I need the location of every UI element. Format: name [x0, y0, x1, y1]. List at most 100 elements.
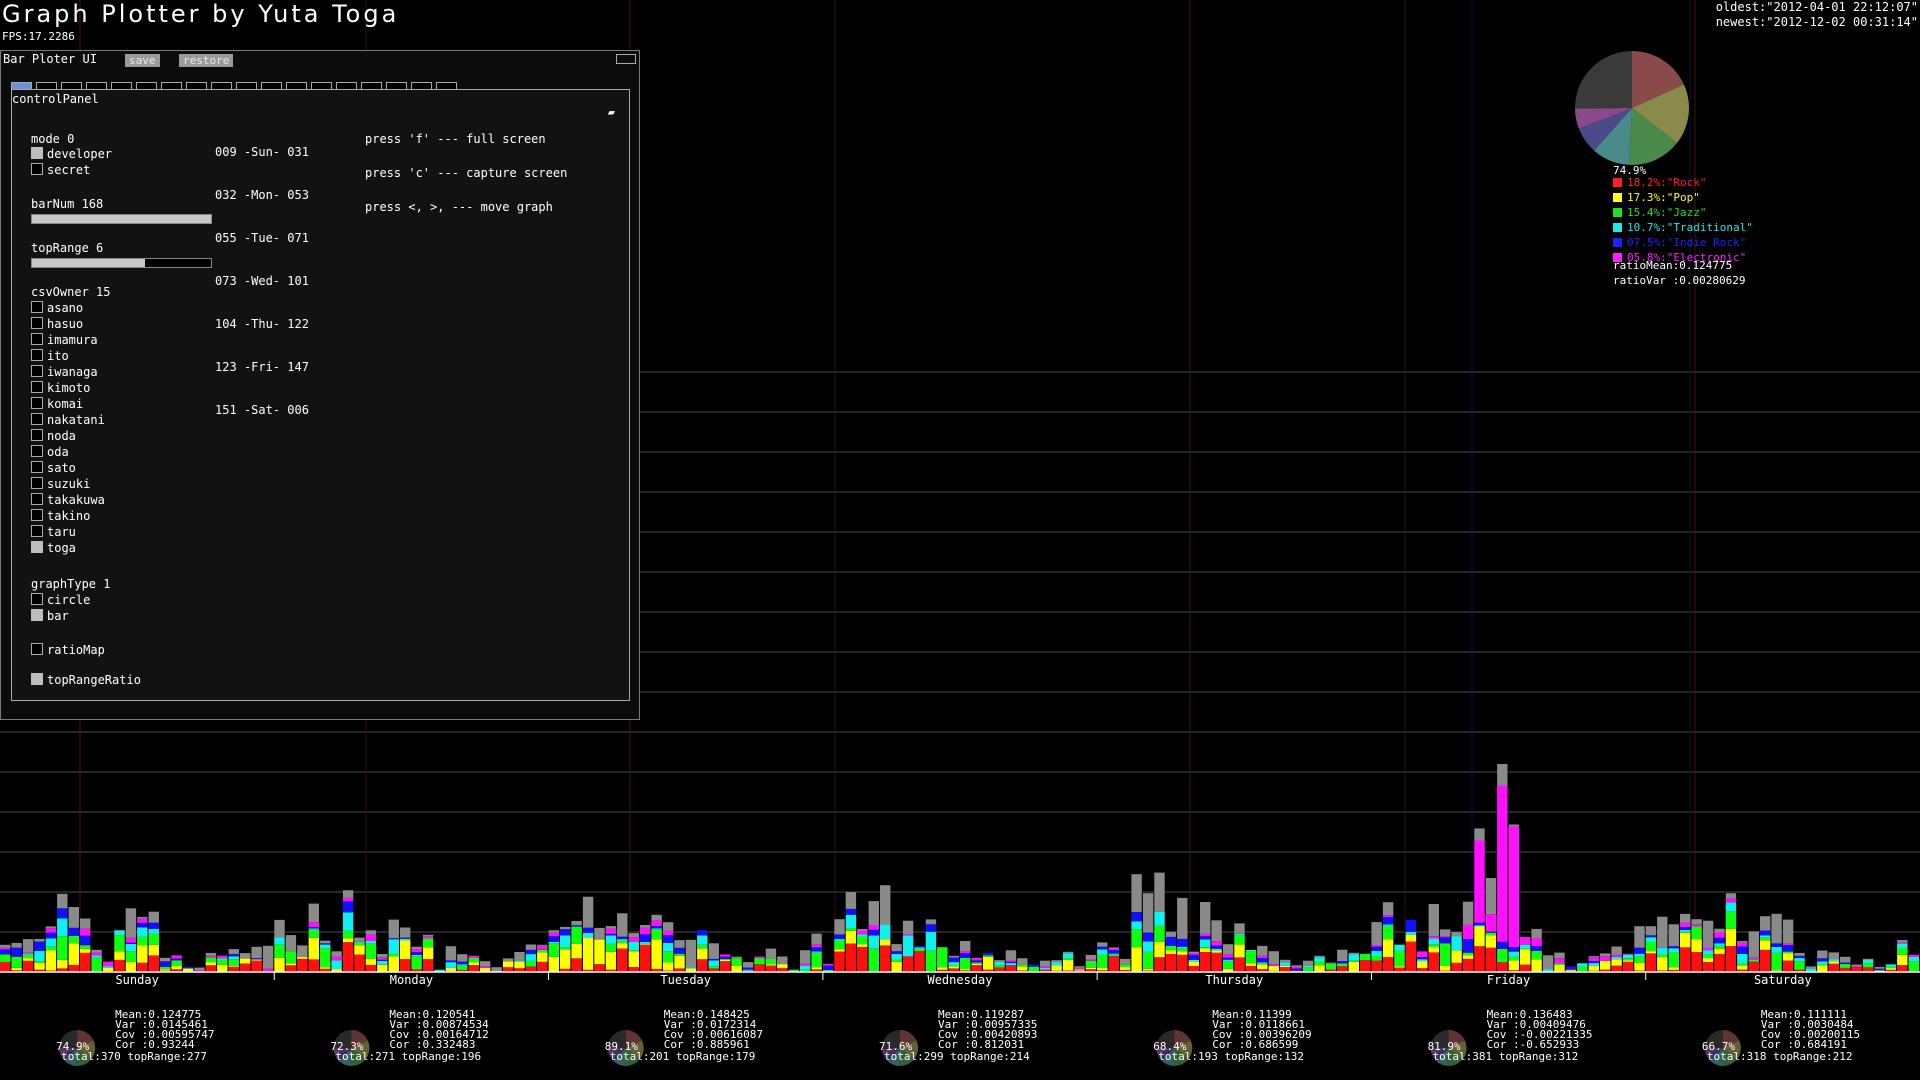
bar-d3-b14-s1	[982, 956, 994, 970]
bar-d4-b10-s0	[1211, 952, 1222, 972]
bar-d0-b12-s1	[137, 945, 148, 963]
bar-d0-b5-s6	[57, 893, 68, 909]
bar-d0-b7-s4	[80, 935, 91, 946]
bar-d4-b8-s4	[1188, 954, 1199, 960]
bar-d5-b14-s2	[1531, 951, 1542, 960]
bar-d2-b23-s2	[811, 952, 822, 968]
owner-checkbox-noda[interactable]	[31, 429, 43, 441]
bar-d0-b3-s6	[34, 938, 45, 942]
bar-d0-b10-s0	[114, 959, 125, 972]
owner-checkbox-takakuwa[interactable]	[31, 493, 43, 505]
bar-d6-b6-s0	[1714, 953, 1725, 972]
bar-d2-b17-s3	[742, 969, 754, 971]
restore-button[interactable]: restore	[179, 54, 234, 67]
bar-d0-b6-s6	[68, 907, 79, 928]
bar-d0-b17-s6	[194, 967, 205, 971]
toprange-slider[interactable]	[31, 258, 212, 268]
bar-d6-b1-s6	[1657, 916, 1668, 948]
bar-d0-b21-s0	[240, 963, 251, 972]
bar-d3-b21-s1	[1062, 959, 1074, 971]
barnum-slider-fill	[32, 215, 211, 223]
bar-d0-b7-s2	[80, 945, 91, 949]
bar-d0-b12-s6	[137, 916, 148, 919]
owner-checkbox-suzuki[interactable]	[31, 477, 43, 489]
bar-d4-b4-s6	[1142, 893, 1154, 933]
bar-d0-b0-s6	[0, 944, 11, 948]
bar-d6-b4-s5	[1691, 924, 1702, 927]
owner-checkbox-ito[interactable]	[31, 349, 43, 361]
bar-d6-b22-s5	[1897, 942, 1908, 944]
owner-checkbox-oda[interactable]	[31, 445, 43, 457]
bar-d4-b0-s6	[1097, 942, 1108, 947]
bar-d4-b11-s2	[1222, 961, 1234, 969]
circle-checkbox[interactable]	[31, 593, 43, 605]
bar-d2-b7-s5	[628, 937, 639, 942]
bar-d0-b7-s1	[80, 948, 91, 953]
owner-checkbox-asano[interactable]	[31, 301, 43, 313]
toprangeratio-checkbox[interactable]	[31, 673, 43, 685]
bar-d0-b20-s1	[228, 965, 239, 967]
owner-checkbox-taru[interactable]	[31, 525, 43, 537]
bar-d6-b10-s0	[1760, 949, 1771, 972]
bar-d0-b9-s5	[102, 961, 114, 967]
control-window[interactable]: Bar Ploter UI save restore controlPanel …	[0, 50, 640, 720]
day-total-2: total:201 topRange:179	[609, 1050, 756, 1063]
owner-checkbox-iwanaga[interactable]	[31, 365, 43, 377]
bar-d3-b1-s6	[834, 919, 845, 935]
owner-checkbox-kimoto[interactable]	[31, 381, 43, 393]
bar-d4-b15-s1	[1268, 965, 1279, 971]
bar-d6-b5-s6	[1702, 920, 1714, 948]
ratiomap-checkbox[interactable]	[31, 643, 43, 655]
bar-d6-b23-s2	[1908, 961, 1919, 972]
bar-d1-b23-s2	[537, 949, 548, 953]
bar-d1-b6-s5	[342, 897, 354, 902]
secret-label: secret	[47, 163, 91, 177]
bar-d1-b10-s4	[388, 938, 399, 940]
bar-d6-b13-s4	[1794, 955, 1805, 958]
owner-checkbox-komai[interactable]	[31, 397, 43, 409]
bar-d6-b22-s0	[1897, 965, 1908, 972]
bar-checkbox[interactable]	[31, 609, 43, 621]
bar-d4-b6-s1	[1165, 950, 1177, 954]
save-button[interactable]: save	[125, 54, 160, 67]
owner-checkbox-toga[interactable]	[31, 541, 43, 553]
bar-d2-b23-s5	[811, 944, 822, 948]
bar-d1-b21-s1	[514, 962, 525, 969]
window-minimize-button[interactable]	[616, 54, 636, 64]
bar-d3-b13-s1	[971, 963, 982, 965]
developer-checkbox[interactable]	[31, 147, 43, 159]
owner-checkbox-hasuo[interactable]	[31, 317, 43, 329]
owner-checkbox-imamura[interactable]	[31, 333, 43, 345]
bar-d6-b1-s3	[1657, 947, 1668, 955]
bar-d4-b19-s2	[1314, 961, 1325, 966]
bar-d2-b4-s1	[594, 939, 605, 965]
owner-label-toga: toga	[47, 541, 76, 555]
bar-d3-b3-s6	[857, 929, 868, 931]
bar-d3-b0-s4	[822, 965, 834, 970]
bar-d1-b11-s3	[400, 938, 411, 941]
bar-d0-b11-s1	[125, 962, 137, 972]
barnum-slider[interactable]	[31, 214, 212, 224]
bar-d1-b11-s0	[400, 959, 411, 972]
bar-d6-b15-s4	[1817, 958, 1828, 962]
secret-checkbox[interactable]	[31, 163, 43, 175]
bar-d2-b8-s3	[640, 942, 651, 944]
bar-d2-b3-s3	[582, 932, 594, 938]
bar-d4-b9-s3	[1200, 939, 1211, 948]
bar-d0-b4-s6	[45, 926, 57, 929]
bar-d6-b17-s6	[1840, 956, 1851, 963]
bar-d1-b16-s2	[457, 965, 468, 970]
owner-checkbox-nakatani[interactable]	[31, 413, 43, 425]
bar-d1-b1-s6	[285, 935, 297, 952]
owner-checkbox-sato[interactable]	[31, 461, 43, 473]
bar-d6-b10-s3	[1760, 935, 1771, 938]
bar-d4-b4-s3	[1142, 941, 1154, 952]
bar-d4-b6-s6	[1165, 931, 1177, 937]
bar-d4-b14-s4	[1257, 958, 1268, 963]
bar-d5-b8-s0	[1462, 958, 1474, 972]
bar-d2-b15-s5	[720, 954, 731, 957]
save-icon[interactable]: ▰	[608, 105, 615, 119]
owner-checkbox-takino[interactable]	[31, 509, 43, 521]
bar-d1-b15-s4	[445, 960, 457, 963]
bar-d0-b12-s4	[137, 922, 148, 928]
